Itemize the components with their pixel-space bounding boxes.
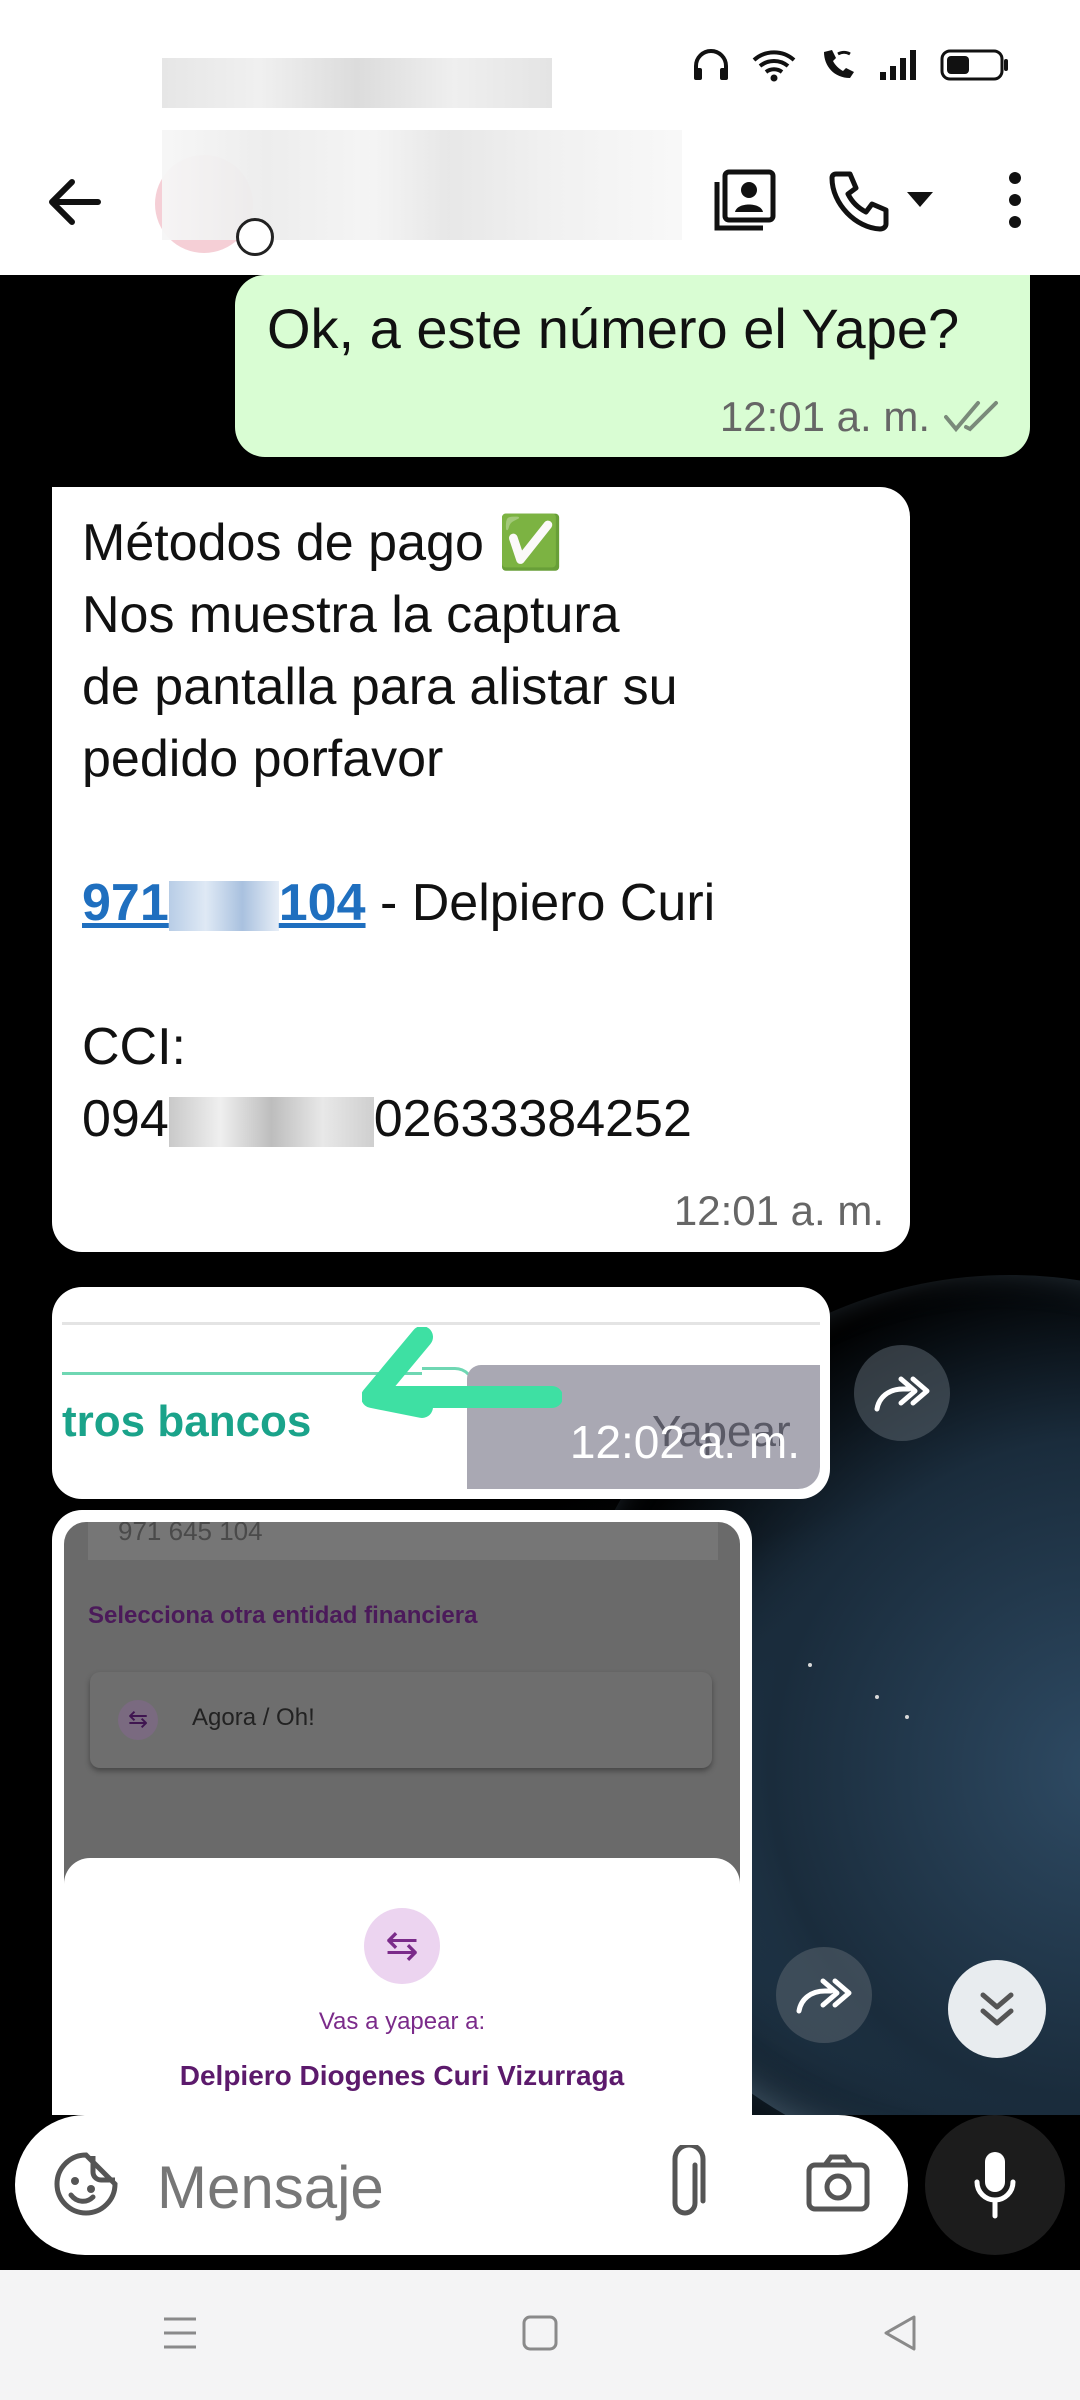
chat-messages[interactable]: Ok, a este número el Yape? 12:01 a. m. M… [0,275,1080,2115]
image-bottom-sheet: ⇆ Vas a yapear a: Delpiero Diogenes Curi… [64,1858,740,2115]
paperclip-icon [672,2142,706,2216]
overflow-menu-button[interactable] [975,160,1055,240]
headphones-icon [694,49,728,80]
voice-message-button[interactable] [925,2115,1065,2255]
image-thumbnail[interactable]: tros bancos Yapear 12:02 a. m. [62,1297,820,1489]
image-top-number: 971 645 104 [118,1522,263,1546]
video-call-button[interactable] [705,160,785,240]
phone-line: 971 104 - Delpiero Curi [82,867,882,939]
wallpaper-star [905,1715,909,1719]
chat-header [0,130,1080,275]
transfer-icon: ⇆ [364,1908,440,1984]
status-bar [0,0,1080,130]
incoming-image-message[interactable]: tros bancos Yapear 12:02 a. m. [52,1287,830,1499]
microphone-icon [974,2152,1016,2219]
message-time: 12:01 a. m. [673,1187,884,1234]
cci-label: CCI: [82,1018,186,1076]
battery-icon [940,49,1008,81]
forward-button[interactable] [854,1345,950,1441]
call-options-dropdown[interactable] [895,160,945,240]
wallpaper-star [875,1695,879,1699]
transfer-icon: ⇆ [118,1700,158,1740]
image-recipient: Delpiero Diogenes Curi Vizurraga [179,2060,625,2091]
camera-button[interactable] [805,2153,871,2218]
message-text: Ok, a este número el Yape? [267,297,960,360]
status-icons [692,48,1010,82]
menu-lines-icon [164,2317,196,2348]
image-entity-option: ⇆ Agora / Oh! [90,1672,712,1768]
emoji-button[interactable] [53,2151,119,2222]
forward-icon [796,1978,852,2014]
outgoing-message[interactable]: Ok, a este número el Yape? 12:01 a. m. [235,275,1030,457]
status-bar-blurred-area [162,58,552,108]
wifi-call-icon [824,50,854,78]
message-line: de pantalla para alistar su [82,658,678,716]
image-entity-name: Agora / Oh! [192,1704,315,1731]
green-arrow-annotation [362,1327,562,1418]
arrow-back-icon [49,179,101,225]
message-body: Métodos de pago ✅ Nos muestra la captura… [82,507,882,1155]
status-ring-icon [236,218,274,256]
voice-call-button[interactable] [820,160,900,240]
incoming-message-payment[interactable]: Métodos de pago ✅ Nos muestra la captura… [52,487,910,1252]
incoming-image-message[interactable]: 971 645 104 Selecciona otra entidad fina… [52,1510,752,2115]
more-vertical-icon [1009,172,1021,228]
double-check-icon [944,401,998,433]
phone-owner: - Delpiero Curi [365,874,716,932]
recents-button[interactable] [160,2313,200,2358]
image-divider [62,1322,820,1325]
forward-icon [874,1376,930,1412]
image-thumbnail[interactable]: 971 645 104 Selecciona otra entidad fina… [64,1522,740,2115]
caret-down-icon [907,192,933,207]
forward-button[interactable] [776,1947,872,2043]
message-time: 12:02 a. m. [569,1416,800,1468]
home-button[interactable] [520,2313,560,2358]
phone-blurred [168,881,279,932]
phone-start: 971 [82,874,169,932]
double-chevron-down-icon [980,1992,1014,2026]
system-navigation-bar [0,2270,1080,2400]
signal-icon [880,50,916,80]
image-top-field: 971 645 104 [88,1522,718,1560]
payment-methods-title: Métodos de pago ✅ [82,514,564,572]
camera-icon [806,2154,870,2212]
message-input-pill[interactable]: Mensaje [15,2115,908,2255]
triangle-back-icon [884,2315,916,2350]
message-time: 12:01 a. m. [719,393,930,440]
system-back-button[interactable] [880,2313,920,2358]
image-text-left: tros bancos [62,1397,312,1446]
message-line: pedido porfavor [82,730,444,788]
message-composer: Mensaje [0,2115,1080,2270]
phone-number-link[interactable]: 971 104 [82,874,366,932]
message-input[interactable]: Mensaje [157,2153,384,2222]
contact-card-icon [714,169,776,231]
image-sheet-label: Vas a yapear a: [318,2008,486,2035]
phone-icon [829,171,889,232]
cci-line: 094 02633384252 [82,1083,882,1155]
attach-button[interactable] [665,2142,709,2230]
square-icon [522,2315,558,2350]
back-button[interactable] [38,166,110,238]
wifi-icon [752,50,796,82]
scroll-to-bottom-button[interactable] [948,1960,1046,2058]
phone-end: 104 [278,874,366,932]
cci-blurred [168,1097,374,1148]
cci-start: 094 [82,1090,169,1148]
cci-end: 02633384252 [373,1090,692,1148]
sticker-smiley-icon [54,2152,118,2216]
wallpaper-star [808,1663,812,1667]
image-heading: Selecciona otra entidad financiera [88,1602,478,1629]
message-line: Nos muestra la captura [82,586,620,644]
